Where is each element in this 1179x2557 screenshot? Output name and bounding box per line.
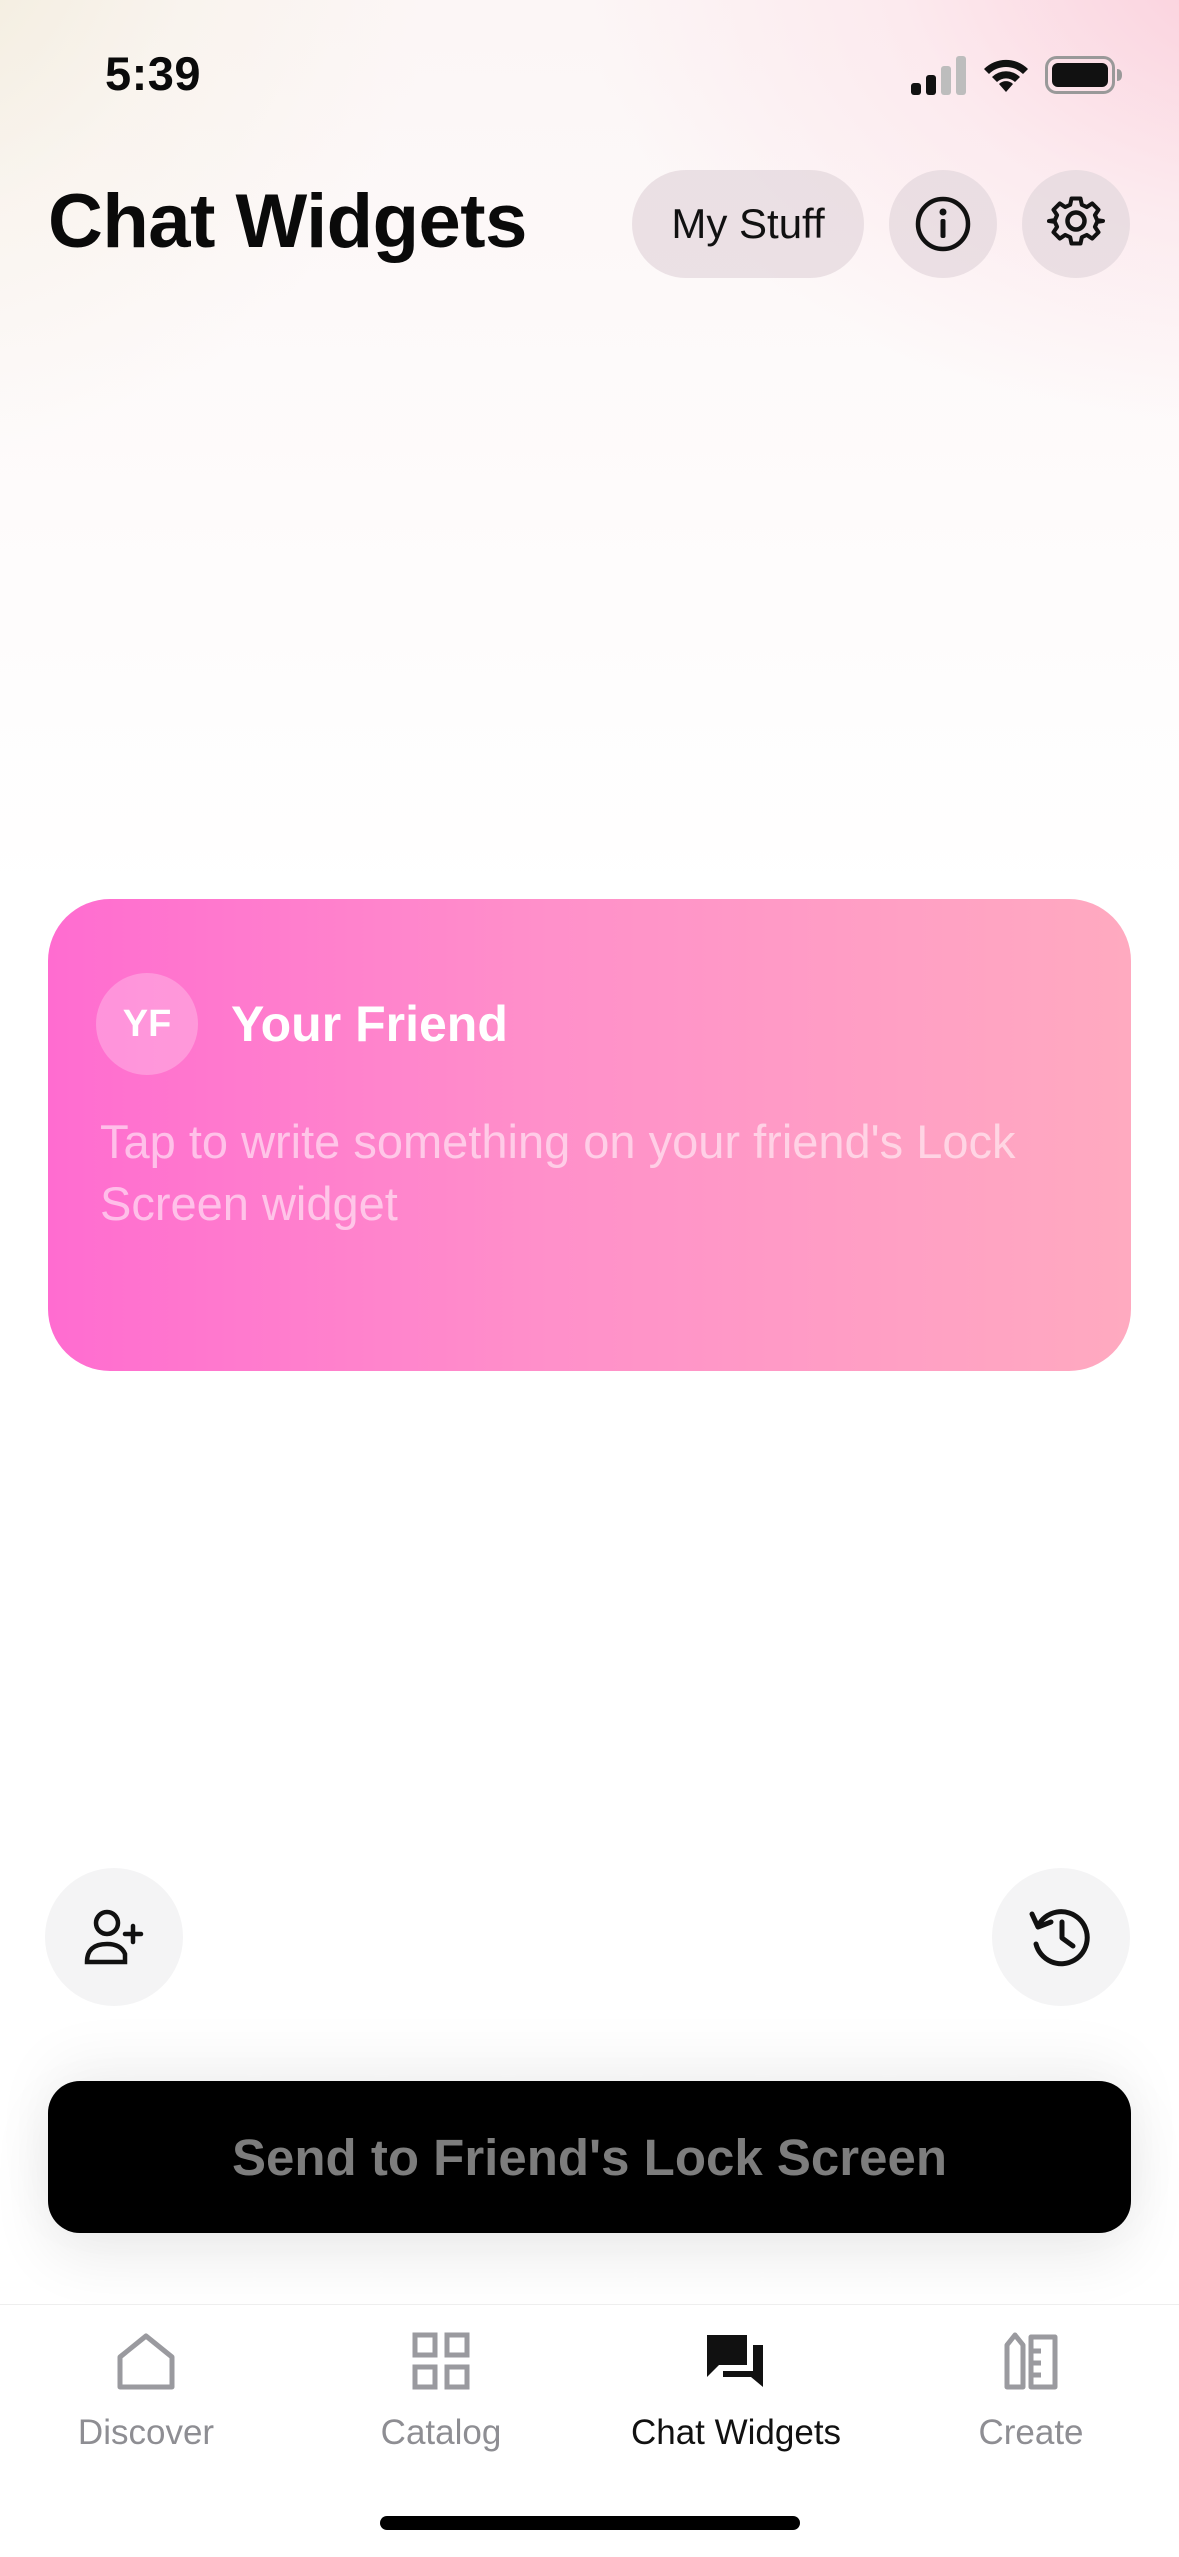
grid-icon xyxy=(412,2332,470,2390)
wifi-icon xyxy=(984,59,1028,92)
add-friend-button[interactable] xyxy=(45,1868,183,2006)
create-icon xyxy=(1004,2332,1058,2390)
avatar: YF xyxy=(96,973,198,1075)
tab-create[interactable]: Create xyxy=(901,2323,1161,2453)
info-icon xyxy=(915,196,971,252)
gear-icon xyxy=(1046,196,1106,246)
tab-catalog[interactable]: Catalog xyxy=(311,2323,571,2453)
home-indicator xyxy=(380,2516,800,2530)
history-clock-icon xyxy=(1029,1909,1090,1967)
card-prompt-text[interactable]: Tap to write something on your friend's … xyxy=(100,1111,1080,1235)
my-stuff-button[interactable]: My Stuff xyxy=(632,170,864,278)
cellular-signal-icon xyxy=(911,56,966,95)
info-button[interactable] xyxy=(889,170,997,278)
friend-name: Your Friend xyxy=(231,996,508,1052)
chat-bubbles-icon xyxy=(707,2335,763,2387)
status-icons xyxy=(911,52,1123,98)
tab-create-label: Create xyxy=(978,2413,1084,2452)
tab-discover-label: Discover xyxy=(77,2413,215,2452)
tab-chat-widgets[interactable]: Chat Widgets xyxy=(606,2323,866,2453)
tab-catalog-label: Catalog xyxy=(380,2413,502,2452)
send-to-friend-button[interactable]: Send to Friend's Lock Screen xyxy=(48,2081,1131,2233)
friend-widget-card[interactable]: YF Your Friend Tap to write something on… xyxy=(48,899,1131,1371)
history-button[interactable] xyxy=(992,1868,1130,2006)
person-add-icon xyxy=(84,1909,144,1965)
page-title: Chat Widgets xyxy=(48,179,527,264)
battery-icon xyxy=(1045,56,1122,94)
house-icon xyxy=(117,2333,175,2390)
status-time: 5:39 xyxy=(105,47,202,100)
tab-discover[interactable]: Discover xyxy=(16,2323,276,2453)
tab-chat-widgets-label: Chat Widgets xyxy=(630,2413,842,2452)
settings-button[interactable] xyxy=(1022,170,1130,278)
header-background-gradient xyxy=(0,0,1179,900)
